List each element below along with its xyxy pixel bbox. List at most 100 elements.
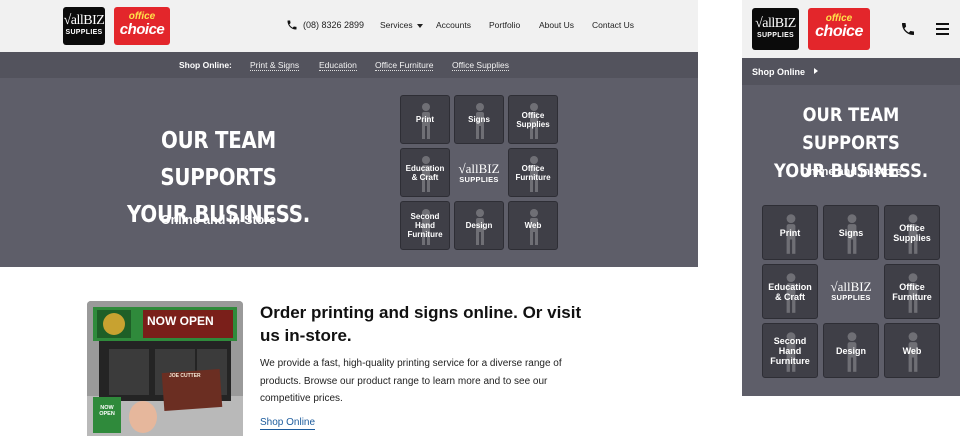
mobile-category-tiles: Print Signs Office Supplies Education & Craft…	[762, 205, 941, 380]
tile-label: √allBIZ SUPPLIES	[458, 162, 499, 184]
mobile-tile-label: Print	[780, 228, 801, 238]
mobile-view: √allBIZ SUPPLIES office choice Shop Onli…	[742, 0, 960, 396]
mobile-tile-label: Web	[903, 346, 922, 356]
tile-label-line-1: Print	[415, 115, 435, 124]
chevron-right-icon	[814, 68, 818, 74]
mobile-tile-office-furniture[interactable]: Office Furniture	[884, 264, 940, 319]
phone-icon	[287, 20, 297, 30]
tile-label-line-2: Furniture	[515, 172, 551, 182]
tile-label-line-1: Signs	[468, 115, 490, 124]
allbiz-logo[interactable]: √allBIZ SUPPLIES	[63, 7, 105, 45]
tile-education-craft[interactable]: Education & Craft	[400, 148, 450, 197]
tile-label-line-2: Supplies	[516, 119, 550, 129]
mobile-tile-label-line-1: Second Hand	[773, 335, 807, 356]
shop-link-office-furniture[interactable]: Office Furniture	[375, 60, 434, 71]
mobile-office-choice-logo-text-2: choice	[815, 23, 863, 40]
shop-link-education[interactable]: Education	[319, 60, 357, 71]
category-tiles: Print Signs Office Supplies Education & Craft…	[400, 95, 562, 253]
shop-link-office-supplies[interactable]: Office Supplies	[452, 60, 510, 71]
mobile-tile-label-line-1: Office	[899, 222, 925, 233]
tile-label-line-2: & Craft	[411, 172, 439, 182]
tile-label-line-2: Furniture	[407, 230, 443, 239]
tile-print[interactable]: Print	[400, 95, 450, 144]
nav-accounts[interactable]: Accounts	[436, 20, 489, 30]
mobile-tile-label: Office Supplies	[893, 223, 931, 243]
nav-services[interactable]: Services	[380, 20, 438, 30]
allbiz-logo-subtext: SUPPLIES	[65, 29, 103, 36]
mobile-tile-education-craft[interactable]: Education & Craft	[762, 264, 818, 319]
chevron-down-icon	[416, 23, 423, 28]
mobile-tile-label: Education & Craft	[768, 282, 812, 302]
shop-link-print-signs[interactable]: Print & Signs	[250, 60, 300, 71]
office-choice-logo-text-2: choice	[119, 21, 165, 38]
tile-allbiz-center[interactable]: √allBIZ SUPPLIES	[454, 148, 504, 197]
promo-title: Order printing and signs online. Or visi…	[260, 303, 582, 345]
mobile-office-choice-logo[interactable]: office choice	[808, 8, 870, 50]
mobile-allbiz-logo-text: √allBIZ	[755, 16, 796, 31]
mobile-tile-label-line-2: Supplies	[893, 232, 931, 243]
tile-web[interactable]: Web	[508, 201, 558, 250]
tile-label-line-1: Design	[465, 221, 493, 230]
tile-label: Office Furniture	[515, 164, 550, 182]
site-header: √allBIZ SUPPLIES office choice (08) 8326…	[0, 0, 698, 52]
mobile-tile-signs[interactable]: Signs	[823, 205, 879, 260]
tile-label: Print	[416, 115, 434, 124]
mobile-hero-title-line-1: OUR TEAM SUPPORTS	[802, 104, 900, 154]
mobile-hero-banner: OUR TEAM SUPPORTS YOUR BUSINESS. Online …	[742, 85, 960, 396]
mobile-tile-web[interactable]: Web	[884, 323, 940, 378]
mobile-tile-design[interactable]: Design	[823, 323, 879, 378]
hero-banner: OUR TEAM SUPPORTS YOUR BUSINESS. Online …	[0, 78, 698, 267]
tile-label-line-1: √allBIZ	[458, 160, 500, 176]
mobile-tile-print[interactable]: Print	[762, 205, 818, 260]
shop-online-label: Shop Online:	[179, 60, 232, 70]
hamburger-menu-icon[interactable]	[936, 23, 949, 35]
promo-image-card-text: JOE CUTTER	[169, 373, 201, 379]
mobile-allbiz-logo-subtext: SUPPLIES	[756, 32, 795, 39]
nav-portfolio[interactable]: Portfolio	[489, 20, 539, 30]
shop-online-bar: Shop Online: Print & Signs Education Off…	[0, 52, 698, 78]
shop-online-link[interactable]: Shop Online	[260, 416, 316, 430]
mobile-tile-label: √allBIZ SUPPLIES	[830, 280, 871, 303]
mobile-tile-label-line-1: Web	[902, 345, 922, 356]
hero-title-line-1: OUR TEAM SUPPORTS	[160, 128, 277, 191]
phone-icon[interactable]	[900, 21, 916, 37]
tile-second-hand-furniture[interactable]: Second Hand Furniture	[400, 201, 450, 250]
nav-about-us[interactable]: About Us	[539, 20, 592, 30]
nav-services-label: Services	[380, 20, 413, 30]
tile-label-line-1: Office	[521, 163, 545, 173]
tile-office-supplies[interactable]: Office Supplies	[508, 95, 558, 144]
tile-signs[interactable]: Signs	[454, 95, 504, 144]
mobile-tile-label-line-1: Design	[835, 345, 866, 356]
tile-label: Web	[525, 221, 542, 230]
tile-label: Office Supplies	[516, 111, 549, 129]
main-nav: Services Accounts Portfolio About Us Con…	[380, 20, 652, 30]
mobile-tile-label-line-2: Furniture	[770, 355, 810, 366]
phone-link[interactable]: (08) 8326 2899	[286, 19, 364, 31]
mobile-tile-label-line-2: Furniture	[892, 291, 932, 302]
allbiz-logo-text: √allBIZ	[63, 13, 105, 28]
mobile-allbiz-logo[interactable]: √allBIZ SUPPLIES	[752, 8, 799, 50]
tile-label: Design	[466, 221, 493, 230]
mobile-tile-label-line-1: Office	[899, 281, 925, 292]
mobile-hero-subtitle: Online and In-Store	[800, 166, 902, 178]
mobile-tile-label-line-2: & Craft	[774, 291, 805, 302]
mobile-tile-allbiz-center[interactable]: √allBIZ SUPPLIES	[823, 264, 879, 319]
mobile-tile-label-line-1: Print	[779, 227, 801, 238]
office-choice-logo[interactable]: office choice	[114, 7, 170, 45]
nav-contact-us[interactable]: Contact Us	[592, 20, 652, 30]
mobile-tile-second-hand-furniture[interactable]: Second Hand Furniture	[762, 323, 818, 378]
mobile-shop-online-toggle[interactable]: Shop Online	[742, 58, 960, 85]
promo-image-mini-sign-text: NOW OPEN	[99, 405, 115, 417]
phone-number: (08) 8326 2899	[303, 20, 365, 30]
desktop-view: √allBIZ SUPPLIES office choice (08) 8326…	[0, 0, 698, 436]
mobile-tile-label-line-1: Education	[768, 281, 812, 292]
mobile-tile-office-supplies[interactable]: Office Supplies	[884, 205, 940, 260]
tile-design[interactable]: Design	[454, 201, 504, 250]
mobile-tile-label: Signs	[839, 228, 864, 238]
promo-body: We provide a fast, high-quality printing…	[260, 358, 562, 404]
mobile-tile-label-line-1: √allBIZ	[830, 279, 872, 294]
mobile-tile-label-line-1: Signs	[838, 227, 864, 238]
tile-office-furniture[interactable]: Office Furniture	[508, 148, 558, 197]
mobile-tile-label: Second Hand Furniture	[763, 336, 817, 366]
tile-label-line-1: Education	[405, 163, 445, 173]
